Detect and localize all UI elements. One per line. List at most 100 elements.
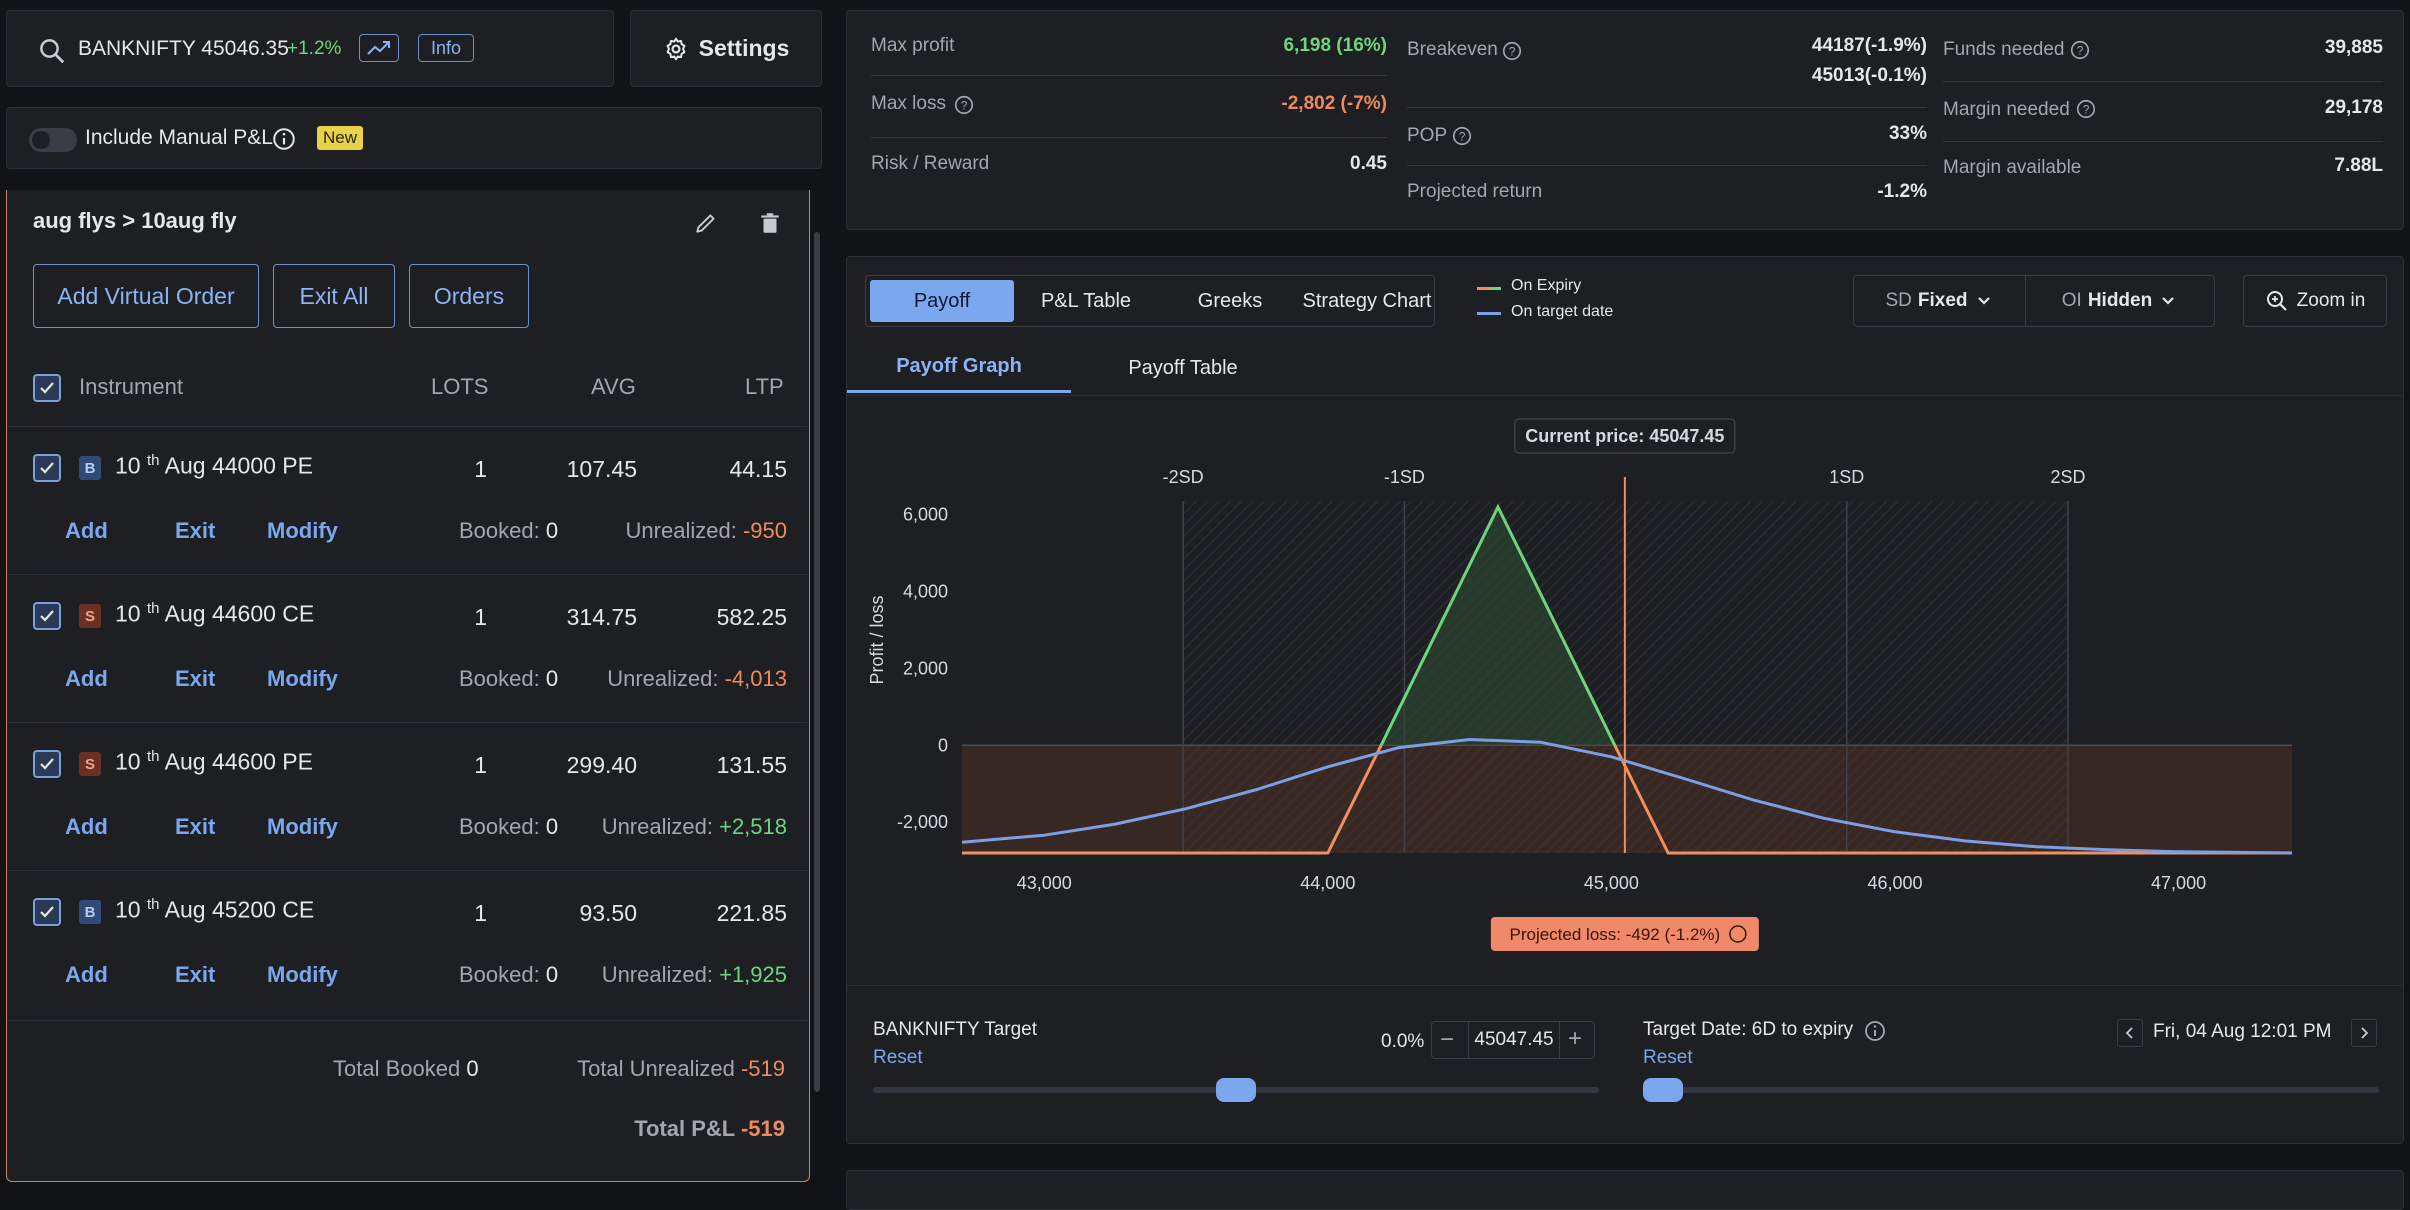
projected-return-value: -1.2% — [1877, 181, 1927, 202]
add-link[interactable]: Add — [65, 962, 108, 988]
tab-pl-table[interactable]: P&L Table — [1016, 280, 1156, 322]
instrument-name: 10 th Aug 45200 CE — [115, 896, 315, 923]
breakeven-value-2: 45013(-0.1%) — [1811, 65, 1927, 86]
target-reset-link[interactable]: Reset — [873, 1047, 923, 1069]
y-axis-label: Profit / loss — [867, 595, 887, 684]
help-icon[interactable]: ? — [1451, 125, 1473, 147]
chart-trend-button[interactable] — [359, 34, 399, 62]
scrollbar-thumb[interactable] — [814, 232, 820, 1092]
modify-link[interactable]: Modify — [267, 518, 338, 544]
modify-link[interactable]: Modify — [267, 962, 338, 988]
legend-target-label: On target date — [1511, 303, 1614, 320]
date-slider-track[interactable] — [1643, 1078, 2379, 1102]
divider — [7, 1020, 807, 1021]
x-tick-label: 44,000 — [1300, 873, 1355, 893]
strategy-title: aug flys > 10aug fly — [33, 208, 237, 233]
target-slider-thumb[interactable] — [1216, 1078, 1256, 1102]
avg-value: 107.45 — [566, 456, 637, 482]
legend-swatch-target — [1477, 312, 1501, 315]
divider — [847, 985, 2403, 986]
chevron-left-icon — [2125, 1027, 2133, 1039]
help-icon[interactable]: ? — [1501, 40, 1523, 62]
exit-link[interactable]: Exit — [175, 962, 215, 988]
search-bar[interactable]: BANKNIFTY 45046.35 +1.2% Info — [6, 10, 614, 87]
select-all-checkbox[interactable] — [33, 374, 61, 402]
ltp-value: 221.85 — [716, 900, 787, 926]
exit-link[interactable]: Exit — [175, 666, 215, 692]
date-prev-button[interactable] — [2117, 1019, 2143, 1047]
modify-link[interactable]: Modify — [267, 814, 338, 840]
info-icon[interactable] — [1863, 1019, 1887, 1043]
target-date: Target Date: 6D to expiry — [1643, 1019, 1854, 1040]
symbol-change: +1.2% — [287, 38, 342, 59]
chevron-down-icon — [1977, 297, 1990, 305]
payoff-chart[interactable]: -2SD -1SD 1SD 2SD -2,000 0 2,000 4,000 6,000 43,0… — [847, 397, 2403, 957]
date-slider-thumb[interactable] — [1643, 1078, 1683, 1102]
date-reset-link[interactable]: Reset — [1643, 1047, 1693, 1069]
help-icon[interactable]: ? — [2069, 39, 2091, 61]
target-stepper[interactable]: − 45047.45 + — [1431, 1021, 1595, 1059]
add-link[interactable]: Add — [65, 814, 108, 840]
booked: Booked: 0 — [459, 518, 559, 543]
plus-icon[interactable]: + — [1568, 1025, 1582, 1053]
settings-label: Settings — [698, 35, 790, 61]
date-next-button[interactable] — [2351, 1019, 2377, 1047]
add-link[interactable]: Add — [65, 518, 108, 544]
tab-payoff[interactable]: Payoff — [870, 280, 1014, 322]
row-checkbox[interactable] — [33, 602, 61, 630]
sd-dropdown[interactable]: SD Fixed — [1854, 276, 2026, 326]
help-icon[interactable]: ? — [2075, 98, 2097, 120]
zoom-in-icon — [2266, 291, 2287, 311]
booked: Booked: 0 — [459, 814, 559, 839]
margin-available-value: 7.88L — [2334, 155, 2383, 176]
max-profit-label: Max profit — [871, 35, 955, 56]
instrument-name: 10 th Aug 44000 PE — [115, 452, 313, 479]
exit-link[interactable]: Exit — [175, 814, 215, 840]
new-badge: New — [317, 126, 364, 150]
exit-link[interactable]: Exit — [175, 518, 215, 544]
exit-all-button[interactable]: Exit All — [273, 264, 395, 328]
divider — [1407, 165, 1927, 166]
modify-link[interactable]: Modify — [267, 666, 338, 692]
divider — [871, 75, 1387, 76]
add-link[interactable]: Add — [65, 666, 108, 692]
chevron-right-icon — [2361, 1027, 2369, 1039]
zoom-in-label: Zoom in — [2296, 290, 2366, 311]
lots-value: 1 — [474, 752, 487, 778]
subtab-payoff-table[interactable]: Payoff Table — [1071, 343, 1295, 393]
payoff-card: Payoff P&L Table Greeks Strategy Chart O… — [846, 256, 2404, 1144]
tab-greeks[interactable]: Greeks — [1160, 280, 1300, 322]
edit-icon[interactable] — [693, 210, 719, 236]
margin-needed-value: 29,178 — [2324, 97, 2383, 118]
divider — [1943, 141, 2383, 142]
minus-icon[interactable]: − — [1440, 1026, 1454, 1054]
row-checkbox[interactable] — [33, 898, 61, 926]
subtab-payoff-graph[interactable]: Payoff Graph — [847, 343, 1071, 393]
svg-text:?: ? — [1459, 130, 1466, 144]
tab-strategy-chart[interactable]: Strategy Chart — [1300, 280, 1434, 322]
add-virtual-order-button[interactable]: Add Virtual Order — [33, 264, 259, 328]
info-button[interactable]: Info — [418, 34, 474, 62]
target-value[interactable]: 45047.45 — [1468, 1022, 1560, 1058]
avg-value: 314.75 — [566, 604, 637, 630]
row-checkbox[interactable] — [33, 454, 61, 482]
orders-button[interactable]: Orders — [409, 264, 529, 328]
oi-value: Hidden — [2087, 290, 2153, 311]
info-icon[interactable] — [271, 126, 297, 152]
projected-loss-label: Projected loss: -492 (-1.2%) — [1510, 925, 1721, 944]
total-pl: Total P&L -519 — [634, 1116, 785, 1141]
row-checkbox[interactable] — [33, 750, 61, 778]
trend-up-icon — [367, 41, 390, 55]
chevron-down-icon — [2162, 297, 2174, 305]
breakeven-value-1: 44187(-1.9%) — [1811, 35, 1927, 56]
settings-button[interactable]: Settings — [630, 10, 822, 87]
delete-icon[interactable] — [757, 210, 783, 236]
zoom-in-button[interactable]: Zoom in — [2243, 275, 2387, 327]
view-tabs: Payoff P&L Table Greeks Strategy Chart — [865, 275, 1435, 327]
x-tick-label: 47,000 — [2151, 873, 2206, 893]
svg-text:?: ? — [961, 99, 968, 113]
help-icon[interactable]: ? — [953, 94, 975, 116]
target-slider-track[interactable] — [873, 1078, 1599, 1102]
oi-dropdown[interactable]: OI Hidden — [2026, 276, 2214, 326]
manual-pl-toggle[interactable] — [29, 128, 77, 152]
